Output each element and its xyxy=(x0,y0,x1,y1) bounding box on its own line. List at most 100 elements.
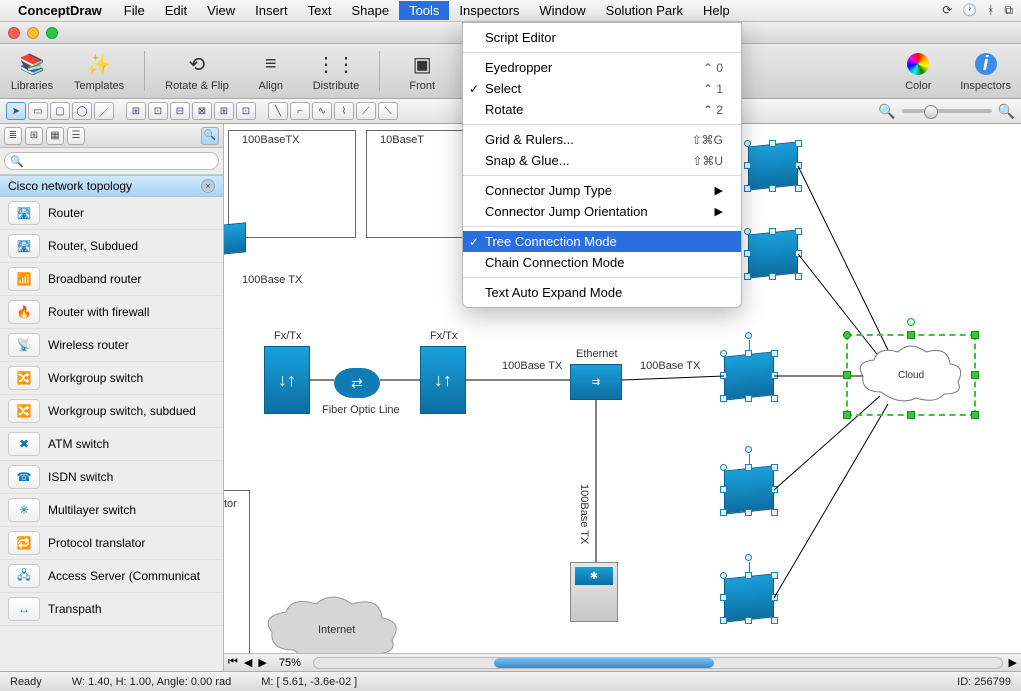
resize-handle[interactable] xyxy=(745,395,752,402)
menu-inspectors[interactable]: Inspectors xyxy=(449,1,529,20)
lib-view-grid-lg[interactable]: ▦ xyxy=(46,127,64,145)
rotate-handle[interactable] xyxy=(745,554,752,561)
line-tool[interactable]: ／ xyxy=(94,102,114,120)
menu-item-connector-jump-type[interactable]: Connector Jump Type▶ xyxy=(463,180,741,201)
menu-shape[interactable]: Shape xyxy=(341,1,399,20)
connector-tool-1[interactable]: ╲ xyxy=(268,102,288,120)
inspectors-button[interactable]: i Inspectors xyxy=(960,50,1011,92)
resize-handle[interactable] xyxy=(745,350,752,357)
library-item[interactable]: 📶Broadband router xyxy=(0,263,223,296)
menu-text[interactable]: Text xyxy=(298,1,342,20)
resize-handle[interactable] xyxy=(843,411,851,419)
library-item[interactable]: 🖧Access Server (Communicat xyxy=(0,560,223,593)
connector-tool-2[interactable]: ⌐ xyxy=(290,102,310,120)
resize-handle[interactable] xyxy=(769,140,776,147)
resize-handle[interactable] xyxy=(795,273,802,280)
close-library-icon[interactable]: × xyxy=(201,179,215,193)
zoom-percent[interactable]: 75% xyxy=(273,657,307,669)
library-search-input[interactable] xyxy=(4,152,219,170)
menu-item-select[interactable]: ✓Select⌃ 1 xyxy=(463,78,741,99)
close-window-button[interactable] xyxy=(8,27,20,39)
menu-item-snap-glue-[interactable]: Snap & Glue...⇧⌘U xyxy=(463,150,741,171)
distribute-button[interactable]: ⋮⋮ Distribute xyxy=(313,50,359,92)
library-item[interactable]: 🔀Workgroup switch, subdued xyxy=(0,395,223,428)
library-item[interactable]: ☎ISDN switch xyxy=(0,461,223,494)
menu-item-tree-connection-mode[interactable]: ✓Tree Connection Mode xyxy=(463,231,741,252)
resize-handle[interactable] xyxy=(745,464,752,471)
pointer-tool[interactable]: ➤ xyxy=(6,102,26,120)
library-item[interactable]: ✖ATM switch xyxy=(0,428,223,461)
resize-handle[interactable] xyxy=(771,617,778,624)
library-header[interactable]: Cisco network topology × xyxy=(0,175,223,197)
device-switch-top2[interactable] xyxy=(748,232,798,276)
menu-item-text-auto-expand-mode[interactable]: Text Auto Expand Mode xyxy=(463,282,741,303)
lib-view-detail[interactable]: ☰ xyxy=(67,127,85,145)
horizontal-scrollbar[interactable] xyxy=(313,657,1003,669)
menu-item-script-editor[interactable]: Script Editor xyxy=(463,27,741,48)
menu-file[interactable]: File xyxy=(114,1,155,20)
rotate-handle[interactable] xyxy=(907,318,915,326)
scroll-right-button[interactable]: ▶ xyxy=(1009,656,1017,669)
canvas-rect-partial[interactable] xyxy=(224,490,250,664)
library-item[interactable]: 📡Wireless router xyxy=(0,329,223,362)
rotate-handle[interactable] xyxy=(745,332,752,339)
resize-handle[interactable] xyxy=(720,350,727,357)
resize-handle[interactable] xyxy=(795,250,802,257)
templates-button[interactable]: ✨ Templates xyxy=(74,50,124,92)
resize-handle[interactable] xyxy=(907,411,915,419)
resize-handle[interactable] xyxy=(795,162,802,169)
zoom-slider[interactable] xyxy=(902,109,992,113)
resize-handle[interactable] xyxy=(769,273,776,280)
resize-handle[interactable] xyxy=(744,250,751,257)
lib-view-grid-sm[interactable]: ⊞ xyxy=(25,127,43,145)
zoom-window-button[interactable] xyxy=(46,27,58,39)
lib-search-button[interactable]: 🔍 xyxy=(201,127,219,145)
resize-handle[interactable] xyxy=(744,140,751,147)
resize-handle[interactable] xyxy=(795,185,802,192)
wifi-icon[interactable]: ⧉ xyxy=(1004,3,1013,18)
resize-handle[interactable] xyxy=(971,371,979,379)
resize-handle[interactable] xyxy=(720,617,727,624)
resize-handle[interactable] xyxy=(720,509,727,516)
device-fxtx-1[interactable]: ↓↑ xyxy=(264,346,310,414)
rounded-rect-tool[interactable]: ▢ xyxy=(50,102,70,120)
menu-insert[interactable]: Insert xyxy=(245,1,298,20)
resize-handle[interactable] xyxy=(744,162,751,169)
snap-tool-3[interactable]: ⊟ xyxy=(170,102,190,120)
device-ethernet-switch[interactable]: ⇉ xyxy=(570,364,622,400)
minimize-window-button[interactable] xyxy=(27,27,39,39)
resize-handle[interactable] xyxy=(744,273,751,280)
page-nav-next[interactable]: ▶ xyxy=(258,656,266,669)
menu-item-rotate[interactable]: Rotate⌃ 2 xyxy=(463,99,741,120)
resize-handle[interactable] xyxy=(720,486,727,493)
resize-handle[interactable] xyxy=(745,509,752,516)
connector-tool-5[interactable]: ⟋ xyxy=(356,102,376,120)
canvas-rect[interactable] xyxy=(228,130,356,238)
resize-handle[interactable] xyxy=(795,228,802,235)
rotate-flip-button[interactable]: ⟲ Rotate & Flip xyxy=(165,50,229,92)
resize-handle[interactable] xyxy=(744,185,751,192)
connector-tool-4[interactable]: ⌇ xyxy=(334,102,354,120)
device-switch-2[interactable] xyxy=(724,468,774,512)
menu-solution-park[interactable]: Solution Park xyxy=(596,1,693,20)
menu-item-chain-connection-mode[interactable]: Chain Connection Mode xyxy=(463,252,741,273)
resize-handle[interactable] xyxy=(771,350,778,357)
resize-handle[interactable] xyxy=(771,464,778,471)
resize-handle[interactable] xyxy=(720,572,727,579)
resize-handle[interactable] xyxy=(795,140,802,147)
resize-handle[interactable] xyxy=(720,372,727,379)
device-cloud[interactable]: Cloud xyxy=(856,344,966,406)
menu-edit[interactable]: Edit xyxy=(155,1,197,20)
resize-handle[interactable] xyxy=(745,617,752,624)
clock-icon[interactable]: 🕐 xyxy=(962,3,977,18)
snap-tool-5[interactable]: ⊞ xyxy=(214,102,234,120)
library-item[interactable]: 🔁Protocol translator xyxy=(0,527,223,560)
color-button[interactable]: Color xyxy=(896,50,940,92)
menu-view[interactable]: View xyxy=(197,1,245,20)
rect-tool[interactable]: ▭ xyxy=(28,102,48,120)
menu-item-grid-rulers-[interactable]: Grid & Rulers...⇧⌘G xyxy=(463,129,741,150)
bluetooth-icon[interactable]: ᚼ xyxy=(987,3,994,18)
lib-view-list[interactable]: ≣ xyxy=(4,127,22,145)
resize-handle[interactable] xyxy=(771,572,778,579)
rotate-handle[interactable] xyxy=(745,446,752,453)
